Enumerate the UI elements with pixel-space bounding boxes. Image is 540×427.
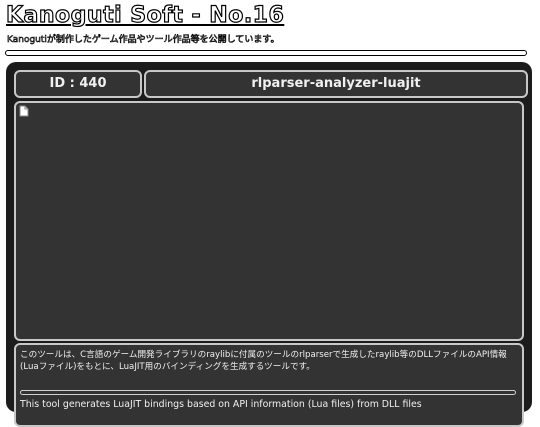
work-id-label: ID : 440 <box>14 70 142 98</box>
work-panel: ID : 440 rlparser-analyzer-luajit このツールは… <box>6 62 532 427</box>
description-divider <box>20 390 516 395</box>
description-japanese: このツールは、C言語のゲーム開発ライブラリのraylibに付属のツールのrlpa… <box>20 350 507 372</box>
work-name-title: rlparser-analyzer-luajit <box>144 70 528 98</box>
description-english: This tool generates LuaJIT bindings base… <box>20 399 422 410</box>
site-subtitle: Kanogutiが制作したゲーム作品やツール作品等を公開しています。 <box>7 35 280 46</box>
header-divider <box>5 50 527 56</box>
site-title[interactable]: Kanoguti Soft - No.16 <box>5 2 284 29</box>
broken-image-icon <box>19 105 29 117</box>
work-description: このツールは、C言語のゲーム開発ライブラリのraylibに付属のツールのrlpa… <box>14 343 524 427</box>
work-screenshot[interactable] <box>14 101 524 341</box>
